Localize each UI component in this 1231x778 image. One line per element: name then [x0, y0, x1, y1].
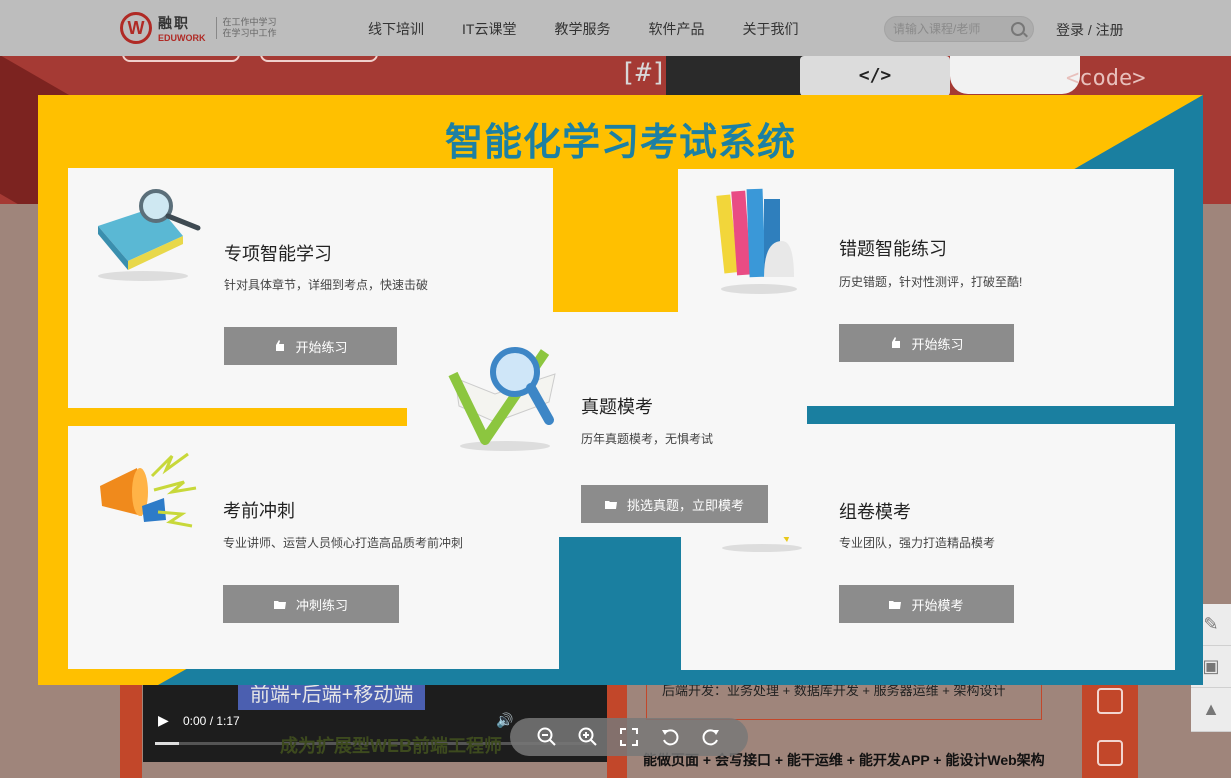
card-title: 错题智能练习 [839, 239, 947, 259]
button-label: 挑选真题，立即模考 [626, 497, 744, 513]
sprint-practice-button[interactable]: 冲刺练习 [223, 585, 399, 623]
thumb-icon [892, 337, 901, 348]
card-desc: 历年真题模考，无惧考试 [581, 432, 714, 446]
start-exam-button[interactable]: 开始模考 [839, 585, 1014, 623]
poster-title: 智能化学习考试系统 [444, 122, 796, 164]
card-title: 专项智能学习 [224, 244, 332, 264]
folder-icon [273, 601, 286, 609]
zoom-out-icon[interactable] [535, 725, 559, 749]
card-title: 考前冲刺 [223, 501, 295, 521]
rotate-right-icon[interactable] [699, 725, 723, 749]
card-desc: 专业团队，强力打造精品模考 [839, 536, 996, 550]
start-practice-button[interactable]: 开始练习 [224, 327, 397, 365]
button-label: 开始练习 [295, 339, 348, 355]
fullscreen-icon[interactable] [617, 725, 641, 749]
checkmark-magnifier-icon [448, 347, 556, 451]
folder-icon [889, 601, 902, 609]
zoom-in-icon[interactable] [576, 725, 600, 749]
rotate-left-icon[interactable] [658, 725, 682, 749]
pick-real-exam-button[interactable]: 挑选真题，立即模考 [581, 485, 768, 523]
exam-system-poster: 智能化学习考试系统 专项智能学习 针对具体章节，详细到考点，快速击破 开始练习 … [38, 95, 1203, 685]
viewer-toolbar [510, 718, 748, 756]
folder-icon [604, 501, 617, 509]
card-title: 真题模考 [581, 397, 653, 417]
card-desc: 针对具体章节，详细到考点，快速击破 [224, 278, 429, 292]
card-real-exam: 真题模考 历年真题模考，无惧考试 挑选真题，立即模考 [407, 312, 807, 537]
thumb-icon [276, 340, 285, 351]
books-icon [716, 188, 797, 294]
button-label: 冲刺练习 [295, 597, 348, 613]
start-practice-button[interactable]: 开始练习 [839, 324, 1014, 362]
magnifier-book-icon [98, 189, 201, 281]
button-label: 开始练习 [911, 336, 964, 352]
button-label: 开始模考 [911, 597, 964, 613]
card-desc: 历史错题，针对性测评，打破至酷! [839, 275, 1023, 289]
megaphone-icon [100, 452, 197, 528]
card-title: 组卷模考 [839, 502, 911, 522]
